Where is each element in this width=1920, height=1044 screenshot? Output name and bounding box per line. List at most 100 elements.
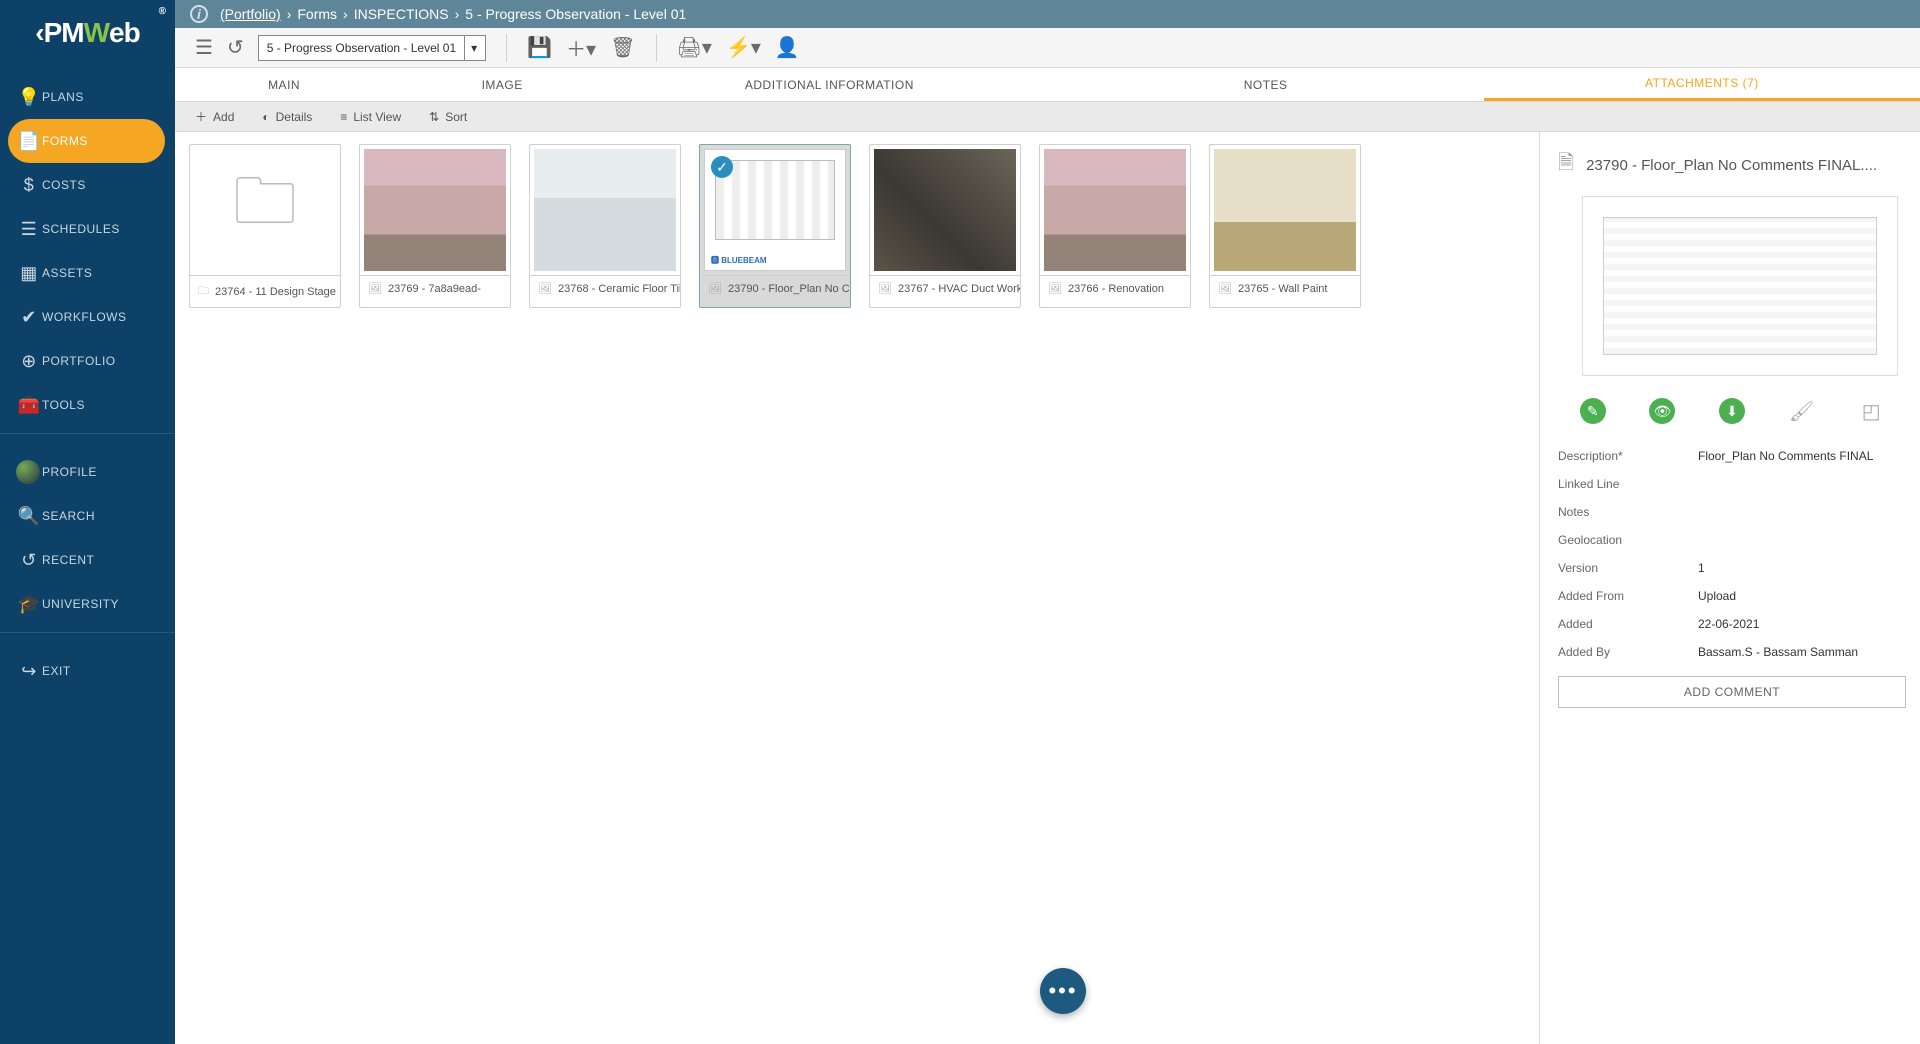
sidebar-item-label: RECENT [42,553,94,567]
thumbnail [1214,149,1356,271]
tab-image[interactable]: IMAGE [393,68,611,101]
detail-field: Added FromUpload [1558,582,1906,610]
sidebar-item-label: SCHEDULES [42,222,120,236]
brush-icon[interactable]: 🖌 [1789,398,1815,424]
breadcrumb-record: 5 - Progress Observation - Level 01 [465,6,686,22]
sidebar-item-assets[interactable]: ▦ASSETS [0,251,175,295]
tab-additional[interactable]: ADDITIONAL INFORMATION [611,68,1047,101]
attachment-card[interactable]: ✓ 🖼 23790 - Floor_Plan No Com... [699,144,851,308]
sidebar-item-university[interactable]: 🎓UNIVERSITY [0,582,175,626]
bolt-icon[interactable]: ⚡▾ [726,35,761,60]
sidebar-item-label: WORKFLOWS [42,310,127,324]
attachment-label: 23765 - Wall Paint [1238,283,1327,295]
add-comment-button[interactable]: ADD COMMENT [1558,676,1906,708]
details-preview[interactable] [1582,196,1898,376]
attachment-card[interactable]: 🖼23767 - HVAC Duct Work [869,144,1021,308]
field-label: Added By [1558,645,1698,659]
selected-check-icon: ✓ [711,156,733,178]
add-icon[interactable]: ＋▾ [566,33,596,62]
breadcrumb-root[interactable]: (Portfolio) [220,6,281,22]
field-value: Bassam.S - Bassam Samman [1698,645,1858,659]
attachment-label: 23768 - Ceramic Floor Tiling [558,283,680,295]
plans-icon: 💡 [16,87,42,108]
toolbar: ☰ ↺ 5 - Progress Observation - Level 01 … [175,28,1920,68]
attachment-label: 23766 - Renovation [1068,283,1164,295]
attachment-label: 23790 - Floor_Plan No Com... [728,283,850,295]
image-icon: 🖼 [1218,282,1232,295]
attachment-caption: 🖼23767 - HVAC Duct Work [870,275,1020,301]
attachment-caption: 🗀23764 - 11 Design Stage [190,275,340,307]
toggle-icon: ◐ [262,110,269,124]
attachment-card[interactable]: 🖼 23768 - Ceramic Floor Tiling [529,144,681,308]
sidebar-item-label: TOOLS [42,398,85,412]
user-icon[interactable]: 👤 [775,35,800,60]
attachment-card[interactable]: 🗀🗀23764 - 11 Design Stage [189,144,341,308]
sidebar-item-label: COSTS [42,178,86,192]
thumbnail [874,149,1016,271]
download-icon[interactable]: ⬇ [1719,398,1745,424]
sidebar-item-search[interactable]: 🔍SEARCH [0,494,175,538]
image-icon: 🖼 [538,282,552,295]
field-label: Added [1558,617,1698,631]
avatar-icon [16,460,42,484]
details-toggle[interactable]: ◐Details [262,110,312,124]
sidebar-item-portfolio[interactable]: ⊕PORTFOLIO [0,339,175,383]
image-icon: 🖼 [1048,282,1062,295]
image-icon: 🖼 [708,282,722,295]
save-icon[interactable]: 💾 [527,35,552,60]
nav-primary: 💡PLANS📄FORMS$COSTS☰SCHEDULES▦ASSETS✔WORK… [0,65,175,427]
info-icon[interactable]: i [190,5,208,23]
field-label: Geolocation [1558,533,1698,547]
tab-main[interactable]: MAIN [175,68,393,101]
edit-icon[interactable]: ✎ [1580,398,1606,424]
thumbnail [1044,149,1186,271]
plus-icon: ＋ [195,108,207,125]
print-icon[interactable]: 🖨▾ [677,35,712,60]
list-icon[interactable]: ☰ [195,35,213,60]
crop-icon[interactable]: ◰ [1858,398,1884,424]
sidebar-item-workflows[interactable]: ✔WORKFLOWS [0,295,175,339]
sidebar-item-label: UNIVERSITY [42,597,119,611]
sidebar-item-forms[interactable]: 📄FORMS [8,119,165,163]
detail-field: Notes [1558,498,1906,526]
attachment-card[interactable]: 🖼23769 - 7a8a9ead- [359,144,511,308]
pdf-icon: 🗎 [1558,148,1574,182]
detail-field: Added ByBassam.S - Bassam Samman [1558,638,1906,666]
detail-field: Version1 [1558,554,1906,582]
tabs: MAIN IMAGE ADDITIONAL INFORMATION NOTES … [175,68,1920,102]
attachment-card[interactable]: 🖼 23765 - Wall Paint [1209,144,1361,308]
sidebar-item-tools[interactable]: 🧰TOOLS [0,383,175,427]
sidebar-item-plans[interactable]: 💡PLANS [0,75,175,119]
field-value: 22-06-2021 [1698,617,1759,631]
sidebar-item-costs[interactable]: $COSTS [0,163,175,207]
view-icon[interactable]: 👁 [1649,398,1675,424]
attachment-card[interactable]: 🖼 23766 - Renovation [1039,144,1191,308]
fab-more[interactable]: ••• [1040,968,1086,1014]
nav-exit[interactable]: ↪ EXIT [0,649,175,693]
sidebar-item-label: PROFILE [42,465,97,479]
forms-icon: 📄 [16,131,42,152]
detail-field: Geolocation [1558,526,1906,554]
breadcrumb-forms[interactable]: Forms [297,6,337,22]
tab-attachments[interactable]: ATTACHMENTS (7) [1484,68,1920,101]
record-selector[interactable]: 5 - Progress Observation - Level 01 ▾ [258,35,486,61]
listview-button[interactable]: ≡List View [340,110,401,124]
costs-icon: $ [16,175,42,196]
logo: ‹PMWeb ® [0,0,175,65]
details-title: 23790 - Floor_Plan No Comments FINAL.... [1586,157,1877,174]
thumbnail [534,149,676,271]
breadcrumb-inspections[interactable]: INSPECTIONS [354,6,449,22]
history-icon[interactable]: ↺ [227,35,244,60]
sidebar-item-recent[interactable]: ↺RECENT [0,538,175,582]
tab-notes[interactable]: NOTES [1048,68,1484,101]
attachment-caption: 🖼 23790 - Floor_Plan No Com... [700,275,850,301]
add-button[interactable]: ＋Add [195,108,234,125]
sidebar-item-profile[interactable]: PROFILE [0,450,175,494]
chevron-down-icon[interactable]: ▾ [464,36,477,60]
folder-icon: 🗀 [198,282,209,301]
recent-icon: ↺ [16,550,42,571]
sidebar-item-schedules[interactable]: ☰SCHEDULES [0,207,175,251]
sidebar: ‹PMWeb ® 💡PLANS📄FORMS$COSTS☰SCHEDULES▦AS… [0,0,175,1044]
sort-button[interactable]: ⇅Sort [429,110,467,124]
delete-icon[interactable]: 🗑 [610,35,635,60]
